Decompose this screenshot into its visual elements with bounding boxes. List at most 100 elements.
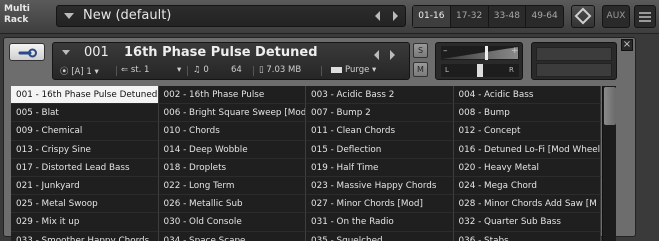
- divider: [253, 66, 254, 76]
- preset-item[interactable]: 023 - Massive Happy Chords: [306, 176, 454, 196]
- divider: [187, 66, 188, 76]
- preset-item[interactable]: 013 - Crispy Sine: [11, 140, 159, 159]
- voices-count: ♫ 0: [193, 65, 209, 75]
- preset-item[interactable]: 011 - Clean Chords: [306, 122, 454, 141]
- preset-item[interactable]: 033 - Smoother Happy Chords: [11, 231, 159, 241]
- voices-value: 0: [203, 65, 209, 75]
- preset-item[interactable]: 004 - Acidic Bass: [453, 86, 601, 105]
- preset-item[interactable]: 001 - 16th Phase Pulse Detuned: [11, 86, 159, 105]
- output-meter: [531, 42, 617, 80]
- volume-handle[interactable]: [485, 46, 488, 60]
- scroll-thumb[interactable]: [604, 87, 616, 125]
- next-instrument-arrow-icon[interactable]: [390, 50, 395, 60]
- preset-scrollbar[interactable]: [602, 86, 616, 241]
- multi-rack-logo: Multi Rack: [4, 4, 48, 30]
- instrument-header: 001 16th Phase Pulse Detuned ⦿ [A] 1 ▾ ⇐…: [52, 42, 410, 80]
- max-voices[interactable]: 64: [231, 65, 242, 75]
- preset-item[interactable]: 007 - Bump 2: [306, 104, 454, 123]
- preset-item[interactable]: 008 - Bump: [453, 104, 601, 123]
- pan-handle[interactable]: [477, 64, 483, 77]
- preset-item[interactable]: 028 - Minor Chords Add Saw [M: [453, 195, 601, 214]
- mix-controls: – + L R: [435, 42, 523, 80]
- preset-item[interactable]: 015 - Deflection: [306, 140, 454, 159]
- preset-item[interactable]: 027 - Minor Chords [Mod]: [306, 195, 454, 214]
- preset-item[interactable]: 019 - Half Time: [306, 158, 454, 177]
- tab-17-32[interactable]: 17-32: [451, 6, 489, 27]
- preset-item[interactable]: 016 - Detuned Lo-Fi [Mod Wheel: [453, 140, 601, 159]
- menu-line-icon: [639, 20, 651, 22]
- rack-header: Multi Rack New (default) 01-16 17-32 33-…: [0, 0, 659, 34]
- midi-channel-value: [A] 1: [71, 67, 92, 77]
- meter-left: [536, 47, 612, 61]
- instrument-dropdown-icon[interactable]: [62, 50, 70, 55]
- prev-multi-arrow-icon[interactable]: [375, 11, 380, 21]
- preset-item[interactable]: 026 - Metallic Sub: [158, 195, 306, 214]
- preset-item[interactable]: 010 - Chords: [158, 122, 306, 141]
- preset-item[interactable]: 030 - Old Console: [158, 213, 306, 232]
- next-multi-arrow-icon[interactable]: [393, 11, 398, 21]
- divider: [116, 66, 117, 76]
- output-value: st. 1: [130, 65, 150, 75]
- volume-slider[interactable]: – +: [441, 46, 519, 60]
- mute-button[interactable]: M: [413, 62, 428, 77]
- preset-browser: 001 - 16th Phase Pulse Detuned 002 - 16th…: [11, 86, 601, 241]
- preset-item[interactable]: 024 - Mega Chord: [453, 176, 601, 196]
- multi-title: New (default): [83, 8, 172, 23]
- preset-item[interactable]: 020 - Heavy Metal: [453, 158, 601, 177]
- tab-49-64[interactable]: 49-64: [526, 6, 563, 27]
- preset-item[interactable]: 017 - Distorted Lead Bass: [11, 158, 159, 177]
- preset-grid: 001 - 16th Phase Pulse Detuned 002 - 16th…: [11, 86, 601, 241]
- logo-line-1: Multi: [4, 4, 30, 14]
- preset-item[interactable]: 012 - Concept: [453, 122, 601, 141]
- preset-item[interactable]: 035 - Squelched: [306, 231, 454, 241]
- preset-item[interactable]: 022 - Long Term: [158, 176, 306, 196]
- midi-channel[interactable]: ⦿ [A] 1 ▾: [60, 65, 99, 77]
- preset-item[interactable]: 036 - Stabs: [454, 231, 601, 241]
- tab-33-48[interactable]: 33-48: [489, 6, 527, 27]
- preset-item[interactable]: 003 - Acidic Bass 2: [306, 86, 454, 105]
- wrench-icon: [18, 48, 37, 58]
- preset-item[interactable]: 025 - Metal Swoop: [11, 195, 159, 214]
- preset-item[interactable]: 021 - Junkyard: [11, 176, 159, 196]
- preset-item[interactable]: 014 - Deep Wobble: [158, 140, 306, 159]
- preset-item[interactable]: 009 - Chemical: [11, 122, 159, 141]
- preset-item[interactable]: 029 - Mix it up: [11, 213, 159, 232]
- prev-instrument-arrow-icon[interactable]: [374, 50, 379, 60]
- plus-icon: +: [511, 46, 519, 56]
- divider: [321, 66, 322, 76]
- purge-label: Purge: [345, 65, 370, 75]
- purge-menu[interactable]: Purge ▾: [331, 65, 376, 75]
- preset-item[interactable]: 032 - Quarter Sub Bass: [453, 213, 601, 232]
- preset-item[interactable]: 031 - On the Radio: [306, 213, 454, 232]
- rack-page-tabs: 01-16 17-32 33-48 49-64: [412, 5, 564, 28]
- solo-button[interactable]: S: [413, 43, 428, 58]
- close-instrument-button[interactable]: ×: [621, 39, 633, 51]
- menu-line-icon: [639, 12, 651, 14]
- preset-item[interactable]: 034 - Space Scape: [159, 231, 306, 241]
- instrument-number: 001: [84, 45, 109, 60]
- edit-instrument-button[interactable]: [9, 43, 45, 61]
- tab-01-16[interactable]: 01-16: [413, 6, 451, 27]
- preset-item[interactable]: 002 - 16th Phase Pulse: [158, 86, 306, 105]
- menu-button[interactable]: [634, 5, 656, 28]
- menu-line-icon: [639, 16, 651, 18]
- pan-right-label: R: [509, 66, 514, 74]
- logo-line-2: Rack: [4, 15, 29, 25]
- output-select[interactable]: ⇐ st. 1: [121, 65, 149, 75]
- aux-button[interactable]: AUX: [602, 5, 630, 28]
- multi-name-field[interactable]: New (default): [56, 5, 406, 27]
- memory-value: 7.03 MB: [266, 65, 302, 75]
- pan-slider[interactable]: L R: [441, 64, 519, 77]
- preset-item[interactable]: 005 - Blat: [11, 104, 159, 123]
- pan-left-label: L: [445, 66, 449, 74]
- preset-item[interactable]: 018 - Droplets: [158, 158, 306, 177]
- minus-icon: –: [443, 46, 448, 56]
- purge-icon: [331, 66, 342, 73]
- preset-item[interactable]: 006 - Bright Square Sweep [Mod: [158, 104, 306, 123]
- instrument-name[interactable]: 16th Phase Pulse Detuned: [124, 45, 318, 60]
- memory-usage: ▯ 7.03 MB: [259, 65, 302, 75]
- dropdown-arrow-icon[interactable]: [64, 13, 74, 19]
- instrument-info-row: ⦿ [A] 1 ▾ ⇐ st. 1 ▾ ♫ 0 64 ▯ 7.03 MB Pur…: [53, 64, 411, 78]
- output-dropdown-icon[interactable]: ▾: [177, 65, 181, 75]
- rack-view-button[interactable]: [571, 5, 595, 28]
